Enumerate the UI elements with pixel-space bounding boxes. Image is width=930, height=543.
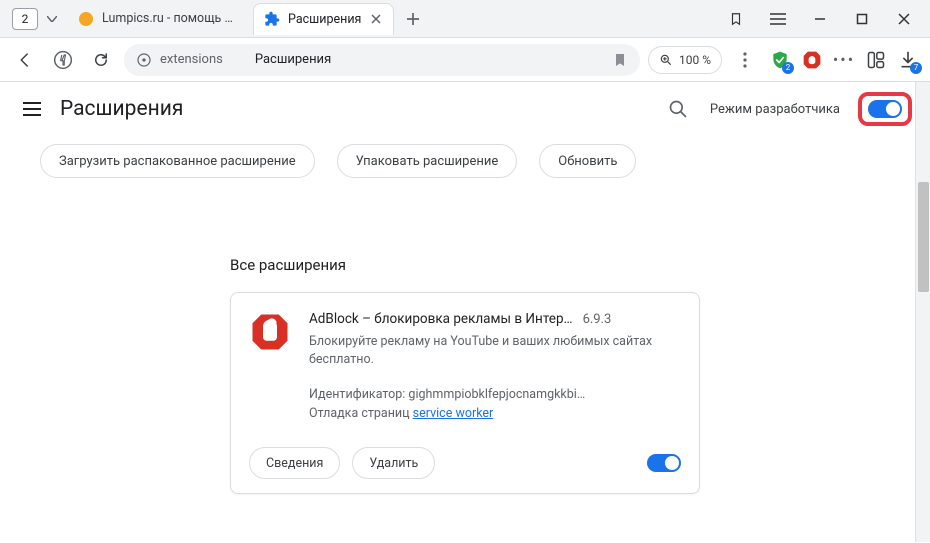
protection-badge: 2	[782, 62, 794, 74]
more-extensions-button[interactable]: •••	[832, 48, 856, 72]
site-lock-icon	[136, 52, 152, 68]
content-area: Все расширения AdBlock – блокировка рекл…	[0, 196, 930, 494]
address-bar[interactable]: extensions Расширения	[124, 44, 640, 76]
extension-name: AdBlock – блокировка рекламы в Интер…	[309, 311, 573, 327]
page-header: Расширения Режим разработчика	[0, 82, 930, 136]
details-button[interactable]: Сведения	[249, 447, 340, 479]
pack-extension-button[interactable]: Упаковать расширение	[337, 144, 518, 178]
tabs-dropdown[interactable]	[42, 9, 62, 29]
dev-actions-row: Загрузить распакованное расширение Упако…	[0, 136, 930, 196]
load-unpacked-button[interactable]: Загрузить распакованное расширение	[40, 144, 315, 178]
dev-mode-toggle[interactable]	[868, 100, 902, 118]
toolbar-menu-button[interactable]	[730, 45, 760, 75]
extension-debug: Отладка страниц service worker	[309, 406, 681, 421]
downloads-button[interactable]: 7	[896, 48, 920, 72]
extension-card: AdBlock – блокировка рекламы в Интер… 6.…	[230, 292, 700, 494]
search-button[interactable]	[664, 95, 692, 123]
new-tab-button[interactable]	[400, 6, 426, 32]
extension-description: Блокируйте рекламу на YouTube и ваших лю…	[309, 333, 681, 369]
bookmark-panel-icon[interactable]	[716, 4, 756, 34]
page-title: Расширения	[60, 97, 183, 121]
extension-version: 6.9.3	[583, 312, 612, 327]
address-title: Расширения	[255, 52, 331, 67]
scrollbar-track[interactable]	[915, 82, 930, 542]
extension-id: Идентификатор: gighmmpiobklfepjocnamgkkb…	[309, 387, 609, 402]
address-host: extensions	[160, 52, 223, 67]
update-button[interactable]: Обновить	[539, 144, 636, 178]
bookmark-icon[interactable]	[612, 52, 628, 68]
tab-counter[interactable]: 2	[12, 8, 38, 30]
dots-icon: •••	[833, 50, 855, 69]
tab-label: Lumpics.ru - помощь с ком	[102, 11, 237, 26]
reload-button[interactable]	[86, 45, 116, 75]
hamburger-menu[interactable]	[18, 95, 46, 123]
tab-lumpics[interactable]: Lumpics.ru - помощь с ком	[68, 3, 247, 35]
dev-mode-toggle-highlight	[858, 92, 912, 126]
close-tab-icon[interactable]	[369, 12, 383, 26]
toolbar: extensions Расширения 100 % 2 ••• 7	[0, 38, 930, 82]
back-button[interactable]	[10, 45, 40, 75]
window-controls	[716, 4, 930, 34]
extension-logo-icon	[249, 311, 291, 353]
maximize-button[interactable]	[842, 4, 882, 34]
zoom-icon	[659, 53, 673, 67]
menu-lines-icon[interactable]	[758, 4, 798, 34]
zoom-value: 100 %	[679, 53, 711, 67]
scrollbar-thumb[interactable]	[918, 182, 929, 292]
extension-enable-toggle[interactable]	[647, 454, 681, 472]
tab-extensions[interactable]: Расширения	[253, 3, 394, 35]
titlebar: 2 Lumpics.ru - помощь с ком Расширения	[0, 0, 930, 38]
dev-mode-label: Режим разработчика	[710, 102, 840, 117]
lumpics-favicon	[78, 11, 94, 27]
close-window-button[interactable]	[884, 4, 924, 34]
tab-label: Расширения	[288, 12, 361, 27]
adblock-ext-icon[interactable]	[800, 48, 824, 72]
downloads-badge: 7	[910, 62, 922, 74]
minimize-button[interactable]	[800, 4, 840, 34]
yandex-home-icon[interactable]	[48, 45, 78, 75]
section-title: Все расширения	[230, 256, 700, 274]
extras-icon[interactable]	[864, 48, 888, 72]
protection-icon[interactable]: 2	[768, 48, 792, 72]
service-worker-link[interactable]: service worker	[413, 406, 494, 421]
remove-button[interactable]: Удалить	[352, 447, 435, 479]
puzzle-icon	[264, 11, 280, 27]
zoom-indicator[interactable]: 100 %	[648, 46, 722, 74]
